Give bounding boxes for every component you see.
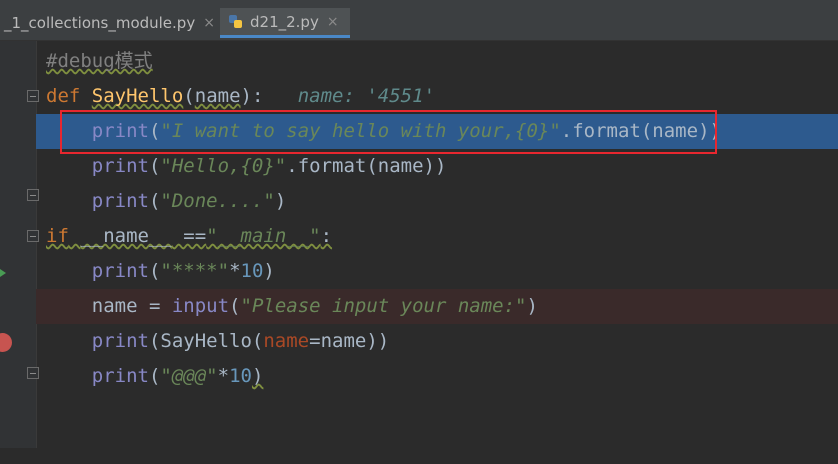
operator: *	[229, 260, 241, 282]
number-literal: 10	[229, 365, 252, 387]
builtin-call: print	[91, 260, 149, 282]
string-literal: "****"	[160, 260, 230, 282]
punct: (	[148, 365, 161, 387]
operator: ==	[171, 225, 207, 247]
punct: =name))	[309, 330, 390, 352]
method-call: .format(name))	[560, 120, 721, 142]
builtin-call: print	[91, 120, 149, 142]
code-line-3-current[interactable]: print("I want to say hello with your,{0}…	[36, 114, 838, 149]
builtin-call: print	[91, 365, 149, 387]
operator: *	[217, 365, 230, 387]
debug-inline-value: name: '4551'	[297, 85, 436, 107]
tab-collections-module[interactable]: _1_collections_module.py ×	[0, 8, 219, 38]
code-line-7[interactable]: print("****"*10)	[36, 254, 838, 289]
breakpoint-icon[interactable]	[0, 333, 12, 352]
punct: (	[148, 190, 161, 212]
code-line-10[interactable]: print("@@@"*10)	[36, 359, 838, 394]
builtin-call: input	[171, 295, 230, 317]
keyword-argument: name	[263, 330, 310, 352]
punct: )	[251, 365, 264, 387]
keyword: def	[46, 85, 81, 107]
number-literal: 10	[240, 260, 264, 282]
punct: )	[263, 260, 275, 282]
parameter: name	[194, 85, 241, 107]
punct: (	[148, 120, 161, 142]
string-literal: "__main__"	[206, 225, 321, 247]
close-icon[interactable]: ×	[203, 15, 215, 31]
punct: )	[274, 190, 287, 212]
string-literal: "Please input your name:"	[240, 295, 527, 317]
punct: (	[229, 295, 241, 317]
assignment: name =	[91, 295, 172, 317]
string-literal: "I want to say hello with your,{0}"	[160, 120, 561, 142]
tab-label: _1_collections_module.py	[4, 14, 196, 32]
punct: (	[183, 85, 195, 107]
close-icon[interactable]: ×	[327, 14, 339, 30]
punct: (SayHello(	[148, 330, 264, 352]
punct: (	[148, 260, 161, 282]
tab-d21-2[interactable]: d21_2.py ×	[220, 8, 350, 38]
editor-tab-bar: _1_collections_module.py × d21_2.py ×	[0, 0, 838, 41]
code-line-9[interactable]: print(SayHello(name=name))	[36, 324, 838, 359]
punct: (	[148, 155, 161, 177]
keyword: if	[46, 225, 69, 247]
run-gutter-icon[interactable]	[0, 269, 6, 277]
builtin-call: print	[91, 190, 149, 212]
editor-gutter[interactable]	[0, 41, 39, 448]
code-line-8-breakpoint[interactable]: name = input("Please input your name:")	[36, 289, 838, 324]
string-literal: "@@@"	[160, 365, 218, 387]
code-line-5[interactable]: print("Done....")	[36, 184, 838, 219]
code-line-4[interactable]: print("Hello,{0}".format(name))	[36, 149, 838, 184]
code-line-6[interactable]: if __name__ =="__main__":	[36, 219, 838, 254]
punct: :	[320, 225, 333, 247]
code-editor[interactable]: #debug模式 def SayHello(name): name: '4551…	[36, 41, 838, 448]
code-line-1[interactable]: #debug模式	[36, 44, 838, 79]
function-name: SayHello	[91, 85, 184, 107]
punct: )	[526, 295, 538, 317]
string-literal: "Done...."	[160, 190, 275, 212]
builtin-call: print	[91, 330, 149, 352]
tab-label: d21_2.py	[250, 12, 319, 31]
punct: ):	[240, 85, 264, 107]
dunder-name: __name__	[80, 225, 172, 247]
code-line-2[interactable]: def SayHello(name): name: '4551'	[36, 79, 838, 114]
builtin-call: print	[91, 155, 149, 177]
python-file-icon	[228, 14, 244, 30]
string-literal: "Hello,{0}"	[160, 155, 287, 177]
comment: #debug模式	[46, 50, 153, 72]
method-call: .format(name))	[286, 155, 447, 177]
